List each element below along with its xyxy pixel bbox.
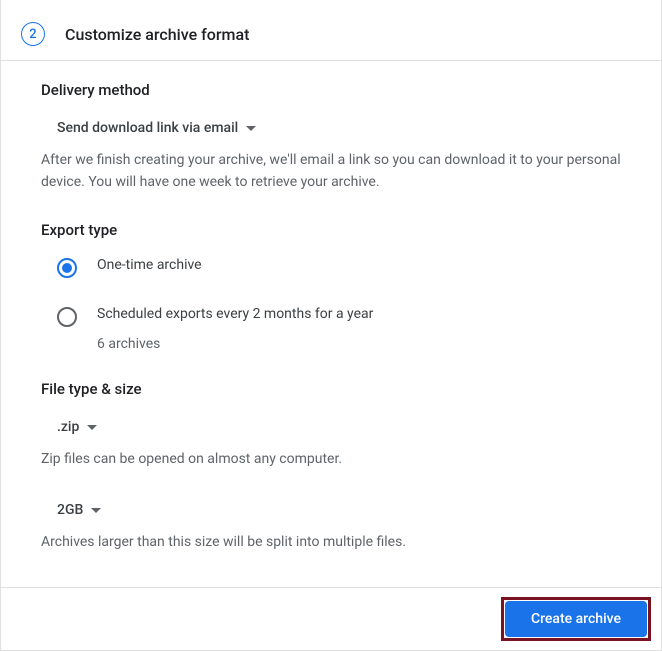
caret-down-icon (91, 508, 101, 513)
form-content: Delivery method Send download link via e… (1, 61, 661, 591)
radio-unselected-icon (57, 307, 77, 327)
caret-down-icon (87, 425, 97, 430)
delivery-method-label: Delivery method (41, 81, 621, 99)
file-type-help: Zip files can be opened on almost any co… (41, 449, 621, 471)
file-type-size-label: File type & size (41, 380, 621, 398)
file-size-dropdown[interactable]: 2GB (41, 502, 101, 518)
delivery-method-help: After we finish creating your archive, w… (41, 150, 621, 193)
step-header[interactable]: 2 Customize archive format (1, 10, 661, 61)
delivery-method-dropdown[interactable]: Send download link via email (41, 120, 256, 136)
footer-actions: Create archive (1, 587, 661, 650)
file-size-value: 2GB (57, 502, 83, 518)
radio-selected-icon (57, 258, 77, 278)
file-type-value: .zip (57, 419, 79, 435)
file-type-dropdown[interactable]: .zip (41, 419, 97, 435)
export-option-onetime[interactable]: One-time archive (41, 257, 621, 278)
export-option-scheduled[interactable]: Scheduled exports every 2 months for a y… (41, 306, 621, 352)
file-size-help: Archives larger than this size will be s… (41, 532, 621, 554)
create-archive-highlight: Create archive (501, 597, 651, 641)
caret-down-icon (246, 126, 256, 131)
delivery-method-value: Send download link via email (57, 120, 238, 136)
previous-step-hint (1, 0, 661, 10)
step-number-badge: 2 (21, 22, 45, 46)
export-type-label: Export type (41, 221, 621, 239)
export-option-scheduled-label: Scheduled exports every 2 months for a y… (97, 306, 373, 322)
export-option-scheduled-sub: 6 archives (97, 336, 373, 352)
step-title: Customize archive format (65, 25, 249, 44)
create-archive-button[interactable]: Create archive (505, 601, 647, 637)
export-option-onetime-label: One-time archive (97, 257, 202, 273)
